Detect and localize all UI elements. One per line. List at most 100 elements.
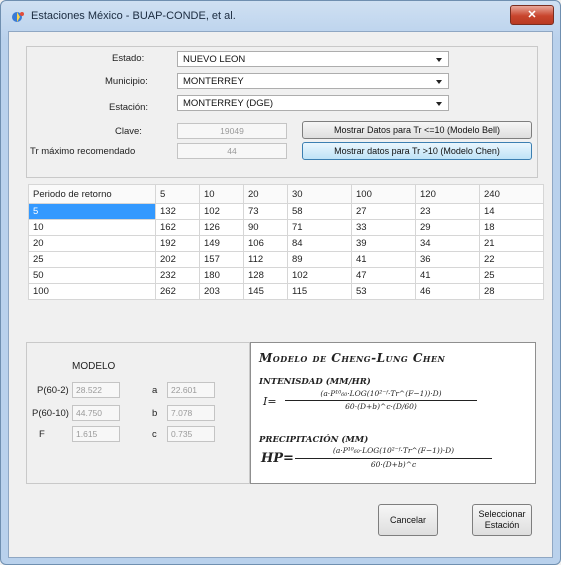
table-cell[interactable]: 23	[415, 203, 480, 220]
p602-field: 28.522	[72, 382, 120, 398]
table-cell[interactable]: 203	[199, 283, 244, 300]
station-groupbox: Estado: NUEVO LEON Municipio: MONTERREY …	[26, 46, 538, 178]
table-cell[interactable]: 145	[243, 283, 288, 300]
table-cell[interactable]: 29	[415, 219, 480, 236]
table-cell[interactable]: 157	[199, 251, 244, 268]
table-cell[interactable]: 58	[287, 203, 352, 220]
c-field: 0.735	[167, 426, 215, 442]
table-cell[interactable]: 106	[243, 235, 288, 252]
table-cell[interactable]: 180	[199, 267, 244, 284]
table-cell[interactable]: 128	[243, 267, 288, 284]
estado-select[interactable]: NUEVO LEON	[177, 51, 449, 67]
table-cell[interactable]: 25	[479, 267, 544, 284]
table-cell[interactable]: 21	[479, 235, 544, 252]
table-cell[interactable]: 90	[243, 219, 288, 236]
table-cell[interactable]: 232	[155, 267, 200, 284]
chevron-down-icon	[436, 102, 442, 106]
table-cell[interactable]: 71	[287, 219, 352, 236]
table-cell[interactable]: 14	[479, 203, 544, 220]
table-cell[interactable]: 10	[28, 219, 156, 236]
table-cell[interactable]: 132	[155, 203, 200, 220]
table-row[interactable]: 5 132 102 73 58 27 23 14	[28, 203, 544, 220]
table-cell[interactable]: 41	[351, 251, 416, 268]
table-cell[interactable]: 202	[155, 251, 200, 268]
table-cell[interactable]: 28	[479, 283, 544, 300]
table-cell[interactable]: 102	[199, 203, 244, 220]
table-cell[interactable]: 46	[415, 283, 480, 300]
table-cell[interactable]: 34	[415, 235, 480, 252]
table-row[interactable]: 50 232 180 128 102 47 41 25	[28, 267, 544, 284]
table-cell[interactable]: 22	[479, 251, 544, 268]
table-cell[interactable]: 73	[243, 203, 288, 220]
p602-label: P(60-2)	[37, 385, 69, 396]
table-cell[interactable]: 27	[351, 203, 416, 220]
dialog-window: Estaciones México - BUAP-CONDE, et al. ✕…	[0, 0, 561, 565]
table-cell[interactable]: 84	[287, 235, 352, 252]
table-cell[interactable]: 149	[199, 235, 244, 252]
table-cell[interactable]: 20	[28, 235, 156, 252]
column-header[interactable]: Periodo de retorno	[28, 184, 156, 204]
table-cell[interactable]: 89	[287, 251, 352, 268]
municipio-label: Municipio:	[105, 76, 148, 87]
column-header[interactable]: 30	[287, 184, 352, 204]
clave-label: Clave:	[115, 126, 142, 137]
window-title: Estaciones México - BUAP-CONDE, et al.	[31, 10, 236, 22]
table-row[interactable]: 20 192 149 106 84 39 34 21	[28, 235, 544, 252]
column-header[interactable]: 120	[415, 184, 480, 204]
app-icon	[12, 12, 24, 22]
intensity-denominator: 60·(D+b)^c·(D/60)	[345, 402, 417, 411]
precipitation-fraction-bar	[295, 458, 492, 459]
title-bar[interactable]: Estaciones México - BUAP-CONDE, et al. ✕	[1, 1, 560, 31]
close-button[interactable]: ✕	[510, 5, 554, 25]
model-title: Modelo de Cheng-Lung Chen	[259, 351, 446, 365]
dialog-client: Estado: NUEVO LEON Municipio: MONTERREY …	[8, 31, 553, 558]
column-header[interactable]: 5	[155, 184, 200, 204]
column-header[interactable]: 100	[351, 184, 416, 204]
table-cell[interactable]: 162	[155, 219, 200, 236]
estacion-value: MONTERREY (DGE)	[183, 98, 274, 109]
municipio-select[interactable]: MONTERREY	[177, 73, 449, 89]
estado-label: Estado:	[112, 53, 145, 64]
table-cell[interactable]: 53	[351, 283, 416, 300]
column-header[interactable]: 10	[199, 184, 244, 204]
table-row[interactable]: 100 262 203 145 115 53 46 28	[28, 283, 544, 300]
table-cell[interactable]: 18	[479, 219, 544, 236]
precipitation-denominator: 60·(D+b)^c	[370, 460, 417, 469]
municipio-value: MONTERREY	[183, 76, 244, 87]
table-cell[interactable]: 47	[351, 267, 416, 284]
table-cell[interactable]: 33	[351, 219, 416, 236]
chevron-down-icon	[436, 58, 442, 62]
table-cell[interactable]: 36	[415, 251, 480, 268]
cancel-button[interactable]: Cancelar	[378, 504, 438, 536]
table-cell[interactable]: 5	[28, 203, 156, 220]
precipitation-numerator: (a·P¹⁰₆₀·LOG(10²⁻ᶠ·Tr^(F−1))·D)	[332, 446, 455, 455]
table-cell[interactable]: 192	[155, 235, 200, 252]
table-cell[interactable]: 25	[28, 251, 156, 268]
modelo-title: MODELO	[72, 361, 116, 372]
table-cell[interactable]: 50	[28, 267, 156, 284]
estacion-select[interactable]: MONTERREY (DGE)	[177, 95, 449, 111]
c-label: c	[152, 429, 157, 440]
table-cell[interactable]: 112	[243, 251, 288, 268]
table-cell[interactable]: 262	[155, 283, 200, 300]
table-cell[interactable]: 126	[199, 219, 244, 236]
table-row[interactable]: 10 162 126 90 71 33 29 18	[28, 219, 544, 236]
intensity-lhs: I=	[263, 395, 277, 408]
table-row[interactable]: 25 202 157 112 89 41 36 22	[28, 251, 544, 268]
table-cell[interactable]: 115	[287, 283, 352, 300]
select-station-line2: Estación	[484, 520, 520, 530]
chevron-down-icon	[436, 80, 442, 84]
show-bell-button[interactable]: Mostrar Datos para Tr <=10 (Modelo Bell)	[302, 121, 532, 139]
select-station-button[interactable]: Seleccionar Estación	[472, 504, 532, 536]
estacion-label: Estación:	[109, 102, 149, 113]
table-cell[interactable]: 39	[351, 235, 416, 252]
table-header-row: Periodo de retorno 5 10 20 30 100 120 24…	[28, 184, 544, 204]
table-cell[interactable]: 41	[415, 267, 480, 284]
show-chen-button[interactable]: Mostrar datos para Tr >10 (Modelo Chen)	[302, 142, 532, 160]
precipitation-title: PRECIPITACIÓN (MM)	[259, 435, 369, 445]
column-header[interactable]: 240	[479, 184, 544, 204]
intensity-title: INTENISDAD (MM/HR)	[259, 377, 371, 387]
column-header[interactable]: 20	[243, 184, 288, 204]
table-cell[interactable]: 100	[28, 283, 156, 300]
table-cell[interactable]: 102	[287, 267, 352, 284]
